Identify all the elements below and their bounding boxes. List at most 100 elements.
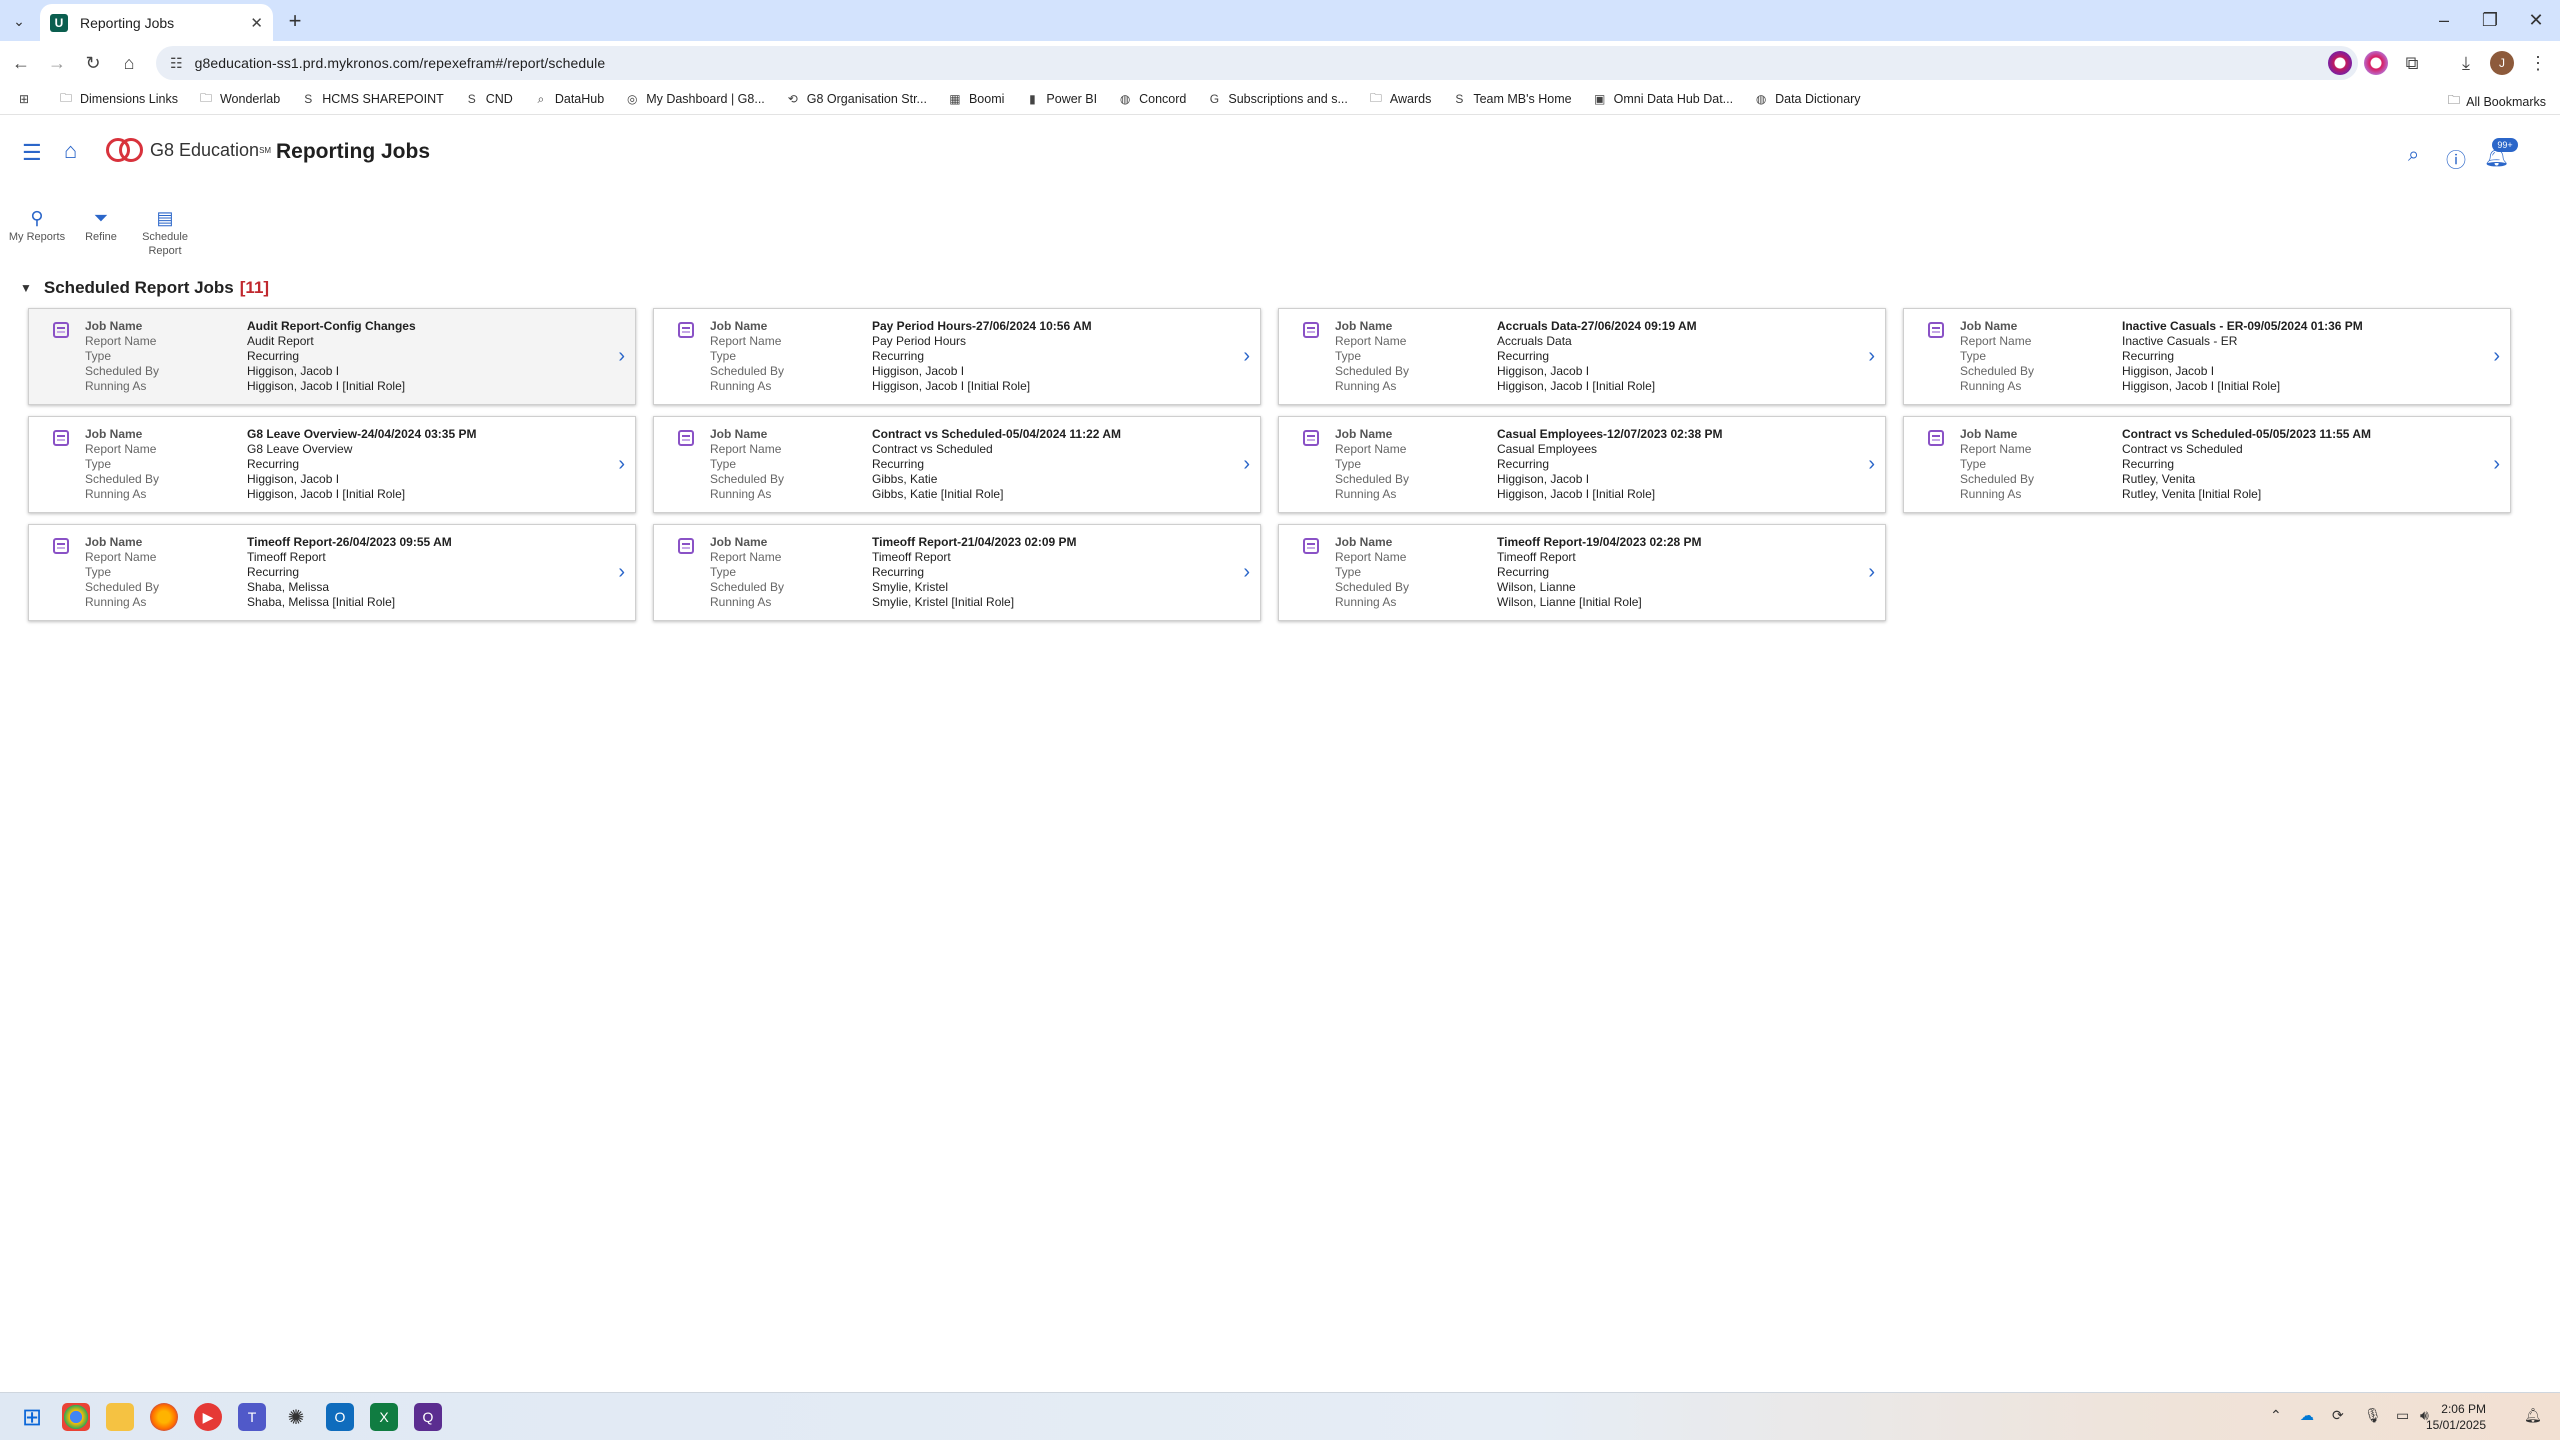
- chevron-right-icon[interactable]: ›: [618, 561, 625, 584]
- tray-chevron-icon[interactable]: ⌃: [2270, 1407, 2282, 1424]
- job-card[interactable]: Job Name Report Name Type Scheduled By Runni…: [28, 308, 636, 405]
- bookmark-item[interactable]: ◎ My Dashboard | G8...: [624, 91, 765, 107]
- bookmark-item[interactable]: 🗀 Wonderlab: [198, 91, 280, 107]
- field-label-running-as: Running As: [1335, 487, 1397, 501]
- file-explorer-icon[interactable]: [106, 1403, 134, 1431]
- chevron-right-icon[interactable]: ›: [618, 453, 625, 476]
- job-field-values: Contract vs Scheduled-05/05/2023 11:55 A…: [2122, 427, 2482, 502]
- outlook-icon[interactable]: O: [326, 1403, 354, 1431]
- bookmark-item[interactable]: ⌕ DataHub: [533, 91, 604, 107]
- scheduled-jobs-section-header[interactable]: ▼ Scheduled Report Jobs [11]: [20, 278, 269, 298]
- bookmark-item[interactable]: G Subscriptions and s...: [1206, 91, 1348, 107]
- bookmark-item[interactable]: 🗀 Dimensions Links: [58, 91, 178, 107]
- field-value-scheduled-by: Higgison, Jacob I: [1497, 364, 1590, 378]
- field-value-type: Recurring: [872, 457, 925, 471]
- home-browser-icon[interactable]: ⌂: [116, 50, 142, 76]
- bookmark-item[interactable]: ◍ Concord: [1117, 91, 1187, 107]
- field-label-job-name: Job Name: [710, 319, 768, 333]
- help-icon[interactable]: ⓘ: [2446, 144, 2466, 173]
- extensions-puzzle-icon[interactable]: ⧉: [2400, 51, 2424, 75]
- chevron-right-icon[interactable]: ›: [1243, 561, 1250, 584]
- chevron-right-icon[interactable]: ›: [1868, 561, 1875, 584]
- globe-icon: ◍: [1119, 92, 1131, 106]
- restore-icon[interactable]: ❐: [2470, 8, 2510, 32]
- job-card[interactable]: Job Name Report Name Type Scheduled By Runni…: [1278, 524, 1886, 621]
- bookmark-item[interactable]: 🗀 Awards: [1368, 91, 1431, 107]
- chevron-right-icon[interactable]: ›: [2493, 453, 2500, 476]
- bookmark-item[interactable]: S HCMS SHAREPOINT: [300, 91, 444, 107]
- teams-icon[interactable]: T: [238, 1403, 266, 1431]
- apps-grid-icon[interactable]: ⊞: [16, 91, 38, 107]
- onedrive-icon[interactable]: ☁: [2300, 1407, 2314, 1424]
- bookmark-item[interactable]: ▣ Omni Data Hub Dat...: [1592, 91, 1733, 107]
- tab-close-icon[interactable]: ✕: [250, 14, 263, 32]
- field-value-scheduled-by: Higgison, Jacob I: [1497, 472, 1590, 486]
- field-label-job-name: Job Name: [1960, 319, 2018, 333]
- back-icon[interactable]: ←: [8, 50, 34, 76]
- forward-icon[interactable]: →: [44, 50, 70, 76]
- openai-icon[interactable]: ✺: [282, 1403, 310, 1431]
- chevron-right-icon[interactable]: ›: [1868, 345, 1875, 368]
- job-card[interactable]: Job Name Report Name Type Scheduled By Runni…: [1278, 416, 1886, 513]
- chevron-right-icon[interactable]: ›: [1243, 345, 1250, 368]
- download-icon[interactable]: ⤓: [2454, 51, 2478, 75]
- sync-icon[interactable]: ⟳: [2332, 1407, 2344, 1424]
- windows-start-icon[interactable]: ⊞: [18, 1403, 46, 1431]
- chrome-taskbar-icon[interactable]: [62, 1403, 90, 1431]
- site-info-icon[interactable]: ☷: [170, 55, 183, 72]
- job-card[interactable]: Job Name Report Name Type Scheduled By Runni…: [653, 524, 1261, 621]
- profile-avatar[interactable]: J: [2490, 51, 2514, 75]
- microphone-icon[interactable]: 🎙︎: [2364, 1407, 2382, 1424]
- globe-icon: ◍: [1755, 92, 1767, 106]
- schedule-report-button[interactable]: ▤ Schedule Report: [130, 206, 200, 258]
- app-taskbar-icon[interactable]: Q: [414, 1403, 442, 1431]
- all-bookmarks[interactable]: 🗀 All Bookmarks: [2448, 91, 2546, 112]
- network-icon[interactable]: ▭: [2396, 1407, 2409, 1424]
- search-icon[interactable]: ⌕: [2408, 144, 2419, 167]
- home-icon[interactable]: ⌂: [64, 138, 77, 164]
- folder-icon: 🗀: [59, 90, 72, 105]
- extension-icon[interactable]: [2364, 51, 2388, 75]
- browser-tab-active[interactable]: U Reporting Jobs ✕: [40, 4, 273, 41]
- refine-button[interactable]: ⏷ Refine: [66, 206, 136, 244]
- job-field-values: Accruals Data-27/06/2024 09:19 AM Accrual…: [1497, 319, 1857, 394]
- my-reports-button[interactable]: ⚲ My Reports: [2, 206, 72, 244]
- excel-icon[interactable]: X: [370, 1403, 398, 1431]
- job-card[interactable]: Job Name Report Name Type Scheduled By Runni…: [28, 524, 636, 621]
- bookmark-label: HCMS SHAREPOINT: [322, 92, 444, 106]
- collapse-caret-icon[interactable]: ▼: [20, 281, 32, 295]
- media-player-icon[interactable]: ▶: [194, 1403, 222, 1431]
- field-value-type: Recurring: [1497, 457, 1550, 471]
- browser-menu-icon[interactable]: ⋮: [2526, 51, 2550, 75]
- notification-center-icon[interactable]: 🔔︎: [2524, 1407, 2542, 1424]
- bookmark-item[interactable]: ▮ Power BI: [1024, 91, 1097, 107]
- bookmark-item[interactable]: S Team MB's Home: [1451, 91, 1571, 107]
- new-tab-icon[interactable]: +: [282, 8, 308, 34]
- field-label-report-name: Report Name: [85, 550, 157, 564]
- job-card[interactable]: Job Name Report Name Type Scheduled By Runni…: [1278, 308, 1886, 405]
- chevron-right-icon[interactable]: ›: [618, 345, 625, 368]
- reload-icon[interactable]: ↻: [80, 50, 106, 76]
- field-label-type: Type: [85, 565, 112, 579]
- firefox-icon[interactable]: [150, 1403, 178, 1431]
- bookmark-item[interactable]: ⟲ G8 Organisation Str...: [785, 91, 927, 107]
- job-card[interactable]: Job Name Report Name Type Scheduled By Runni…: [1903, 308, 2511, 405]
- bookmark-item[interactable]: ▦ Boomi: [947, 91, 1004, 107]
- minimize-icon[interactable]: –: [2424, 8, 2464, 32]
- tab-search-icon[interactable]: ⌄: [6, 8, 32, 34]
- system-clock[interactable]: 2:06 PM 15/01/2025: [2426, 1401, 2486, 1433]
- bookmark-item[interactable]: S CND: [464, 91, 513, 107]
- job-card[interactable]: Job Name Report Name Type Scheduled By Runni…: [653, 308, 1261, 405]
- chevron-right-icon[interactable]: ›: [2493, 345, 2500, 368]
- job-card[interactable]: Job Name Report Name Type Scheduled By Runni…: [28, 416, 636, 513]
- job-field-labels: Job Name Report Name Type Scheduled By Runni…: [1335, 427, 1409, 502]
- chevron-right-icon[interactable]: ›: [1868, 453, 1875, 476]
- job-card[interactable]: Job Name Report Name Type Scheduled By Runni…: [1903, 416, 2511, 513]
- bookmark-item[interactable]: ◍ Data Dictionary: [1753, 91, 1861, 107]
- chevron-right-icon[interactable]: ›: [1243, 453, 1250, 476]
- main-menu-icon[interactable]: ☰: [22, 140, 42, 166]
- job-card[interactable]: Job Name Report Name Type Scheduled By Runni…: [653, 416, 1261, 513]
- address-bar[interactable]: ☷ g8education-ss1.prd.mykronos.com/repex…: [156, 46, 2358, 80]
- extension-icon[interactable]: [2328, 51, 2352, 75]
- window-close-icon[interactable]: ✕: [2516, 8, 2556, 32]
